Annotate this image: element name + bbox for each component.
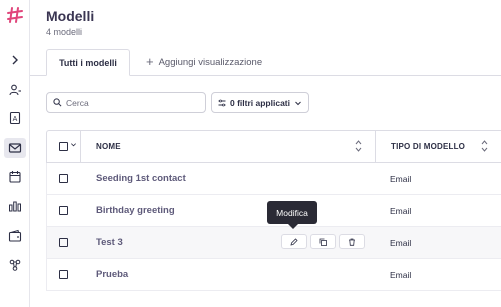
chevron-down-icon xyxy=(295,101,301,105)
mail-icon[interactable] xyxy=(4,138,26,158)
template-type: Email xyxy=(390,238,412,248)
page-subtitle: 4 modelli xyxy=(46,27,83,37)
chevron-down-icon[interactable] xyxy=(70,141,77,150)
bar-chart-icon[interactable] xyxy=(4,196,26,216)
template-name[interactable]: Prueba xyxy=(96,269,128,280)
tab-all-templates[interactable]: Tutti i modelli xyxy=(46,49,130,76)
table-row[interactable]: Prueba Email xyxy=(46,259,501,291)
brand-logo[interactable] xyxy=(5,5,25,25)
svg-text:A: A xyxy=(13,116,18,123)
sort-icon[interactable] xyxy=(355,139,362,153)
calendar-icon[interactable] xyxy=(4,167,26,187)
sort-icon[interactable] xyxy=(481,139,488,153)
search-icon xyxy=(53,98,62,107)
column-header-name[interactable]: NOME xyxy=(96,142,121,151)
sidebar-expand-icon[interactable] xyxy=(4,50,26,70)
wallet-icon[interactable] xyxy=(4,226,26,246)
integrations-icon[interactable] xyxy=(4,255,26,275)
template-type: Email xyxy=(390,174,412,184)
column-header-type[interactable]: TIPO DI MODELLO xyxy=(391,142,465,151)
delete-button[interactable] xyxy=(339,234,365,249)
table-header: NOME TIPO DI MODELLO xyxy=(46,130,501,163)
filter-icon xyxy=(218,99,226,106)
filter-label: 0 filtri applicati xyxy=(230,97,290,108)
duplicate-button[interactable] xyxy=(310,234,336,249)
plus-icon: + xyxy=(146,54,154,69)
trash-icon xyxy=(349,238,355,246)
template-name[interactable]: Seeding 1st contact xyxy=(96,173,186,184)
row-checkbox[interactable] xyxy=(59,174,68,183)
edit-button[interactable] xyxy=(281,234,307,249)
column-divider xyxy=(375,131,376,162)
row-checkbox[interactable] xyxy=(59,206,68,215)
table-row[interactable]: Seeding 1st contact Email xyxy=(46,163,501,195)
sidebar: A xyxy=(0,0,30,307)
row-checkbox[interactable] xyxy=(59,270,68,279)
select-all-checkbox[interactable] xyxy=(59,142,68,151)
copy-icon xyxy=(319,238,327,246)
edit-tooltip: Modifica xyxy=(267,201,317,229)
add-view-label: Aggiungi visualizzazione xyxy=(158,56,263,68)
app-root: A Modelli 4 modelli Tutti i modelli + Ag… xyxy=(0,0,501,307)
template-name[interactable]: Birthday greeting xyxy=(96,205,175,216)
template-type: Email xyxy=(390,206,412,216)
search-box[interactable] xyxy=(46,92,206,113)
search-input[interactable] xyxy=(66,97,196,108)
filter-button[interactable]: 0 filtri applicati xyxy=(211,92,309,113)
page-title: Modelli xyxy=(46,8,95,24)
row-checkbox[interactable] xyxy=(59,238,68,247)
address-book-icon[interactable]: A xyxy=(4,108,26,128)
column-divider xyxy=(80,131,81,162)
table-row[interactable]: Test 3 Email xyxy=(46,227,501,259)
contacts-icon[interactable] xyxy=(4,80,26,100)
add-view-button[interactable]: + Aggiungi visualizzazione xyxy=(146,55,262,69)
template-name[interactable]: Test 3 xyxy=(96,237,123,248)
pencil-icon xyxy=(290,237,298,246)
template-type: Email xyxy=(390,270,412,280)
